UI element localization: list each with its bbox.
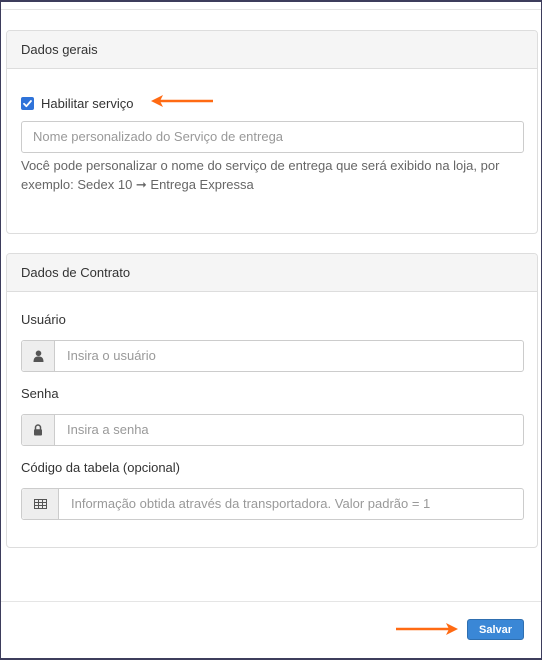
general-data-panel: Dados gerais Habilitar serviço Nome pers… bbox=[6, 30, 538, 234]
user-icon bbox=[22, 341, 55, 371]
password-label: Senha bbox=[21, 386, 59, 401]
annotation-arrow-right-icon bbox=[396, 623, 458, 635]
user-input[interactable]: Insira o usuário bbox=[55, 341, 523, 371]
lock-icon bbox=[22, 415, 55, 445]
enable-service-label: Habilitar serviço bbox=[41, 95, 134, 111]
annotation-arrow-left-icon bbox=[151, 95, 213, 107]
contract-data-panel: Dados de Contrato Usuário Insira o usuár… bbox=[6, 253, 538, 548]
table-code-field[interactable]: Informação obtida através da transportad… bbox=[21, 488, 524, 520]
top-divider bbox=[1, 9, 541, 10]
enable-service-checkbox[interactable] bbox=[21, 96, 34, 110]
enable-service-row[interactable]: Habilitar serviço bbox=[21, 94, 133, 112]
table-icon bbox=[22, 489, 59, 519]
user-field[interactable]: Insira o usuário bbox=[21, 340, 524, 372]
custom-name-help-text: Você pode personalizar o nome do serviço… bbox=[21, 158, 500, 192]
custom-service-name-input[interactable]: Nome personalizado do Serviço de entrega bbox=[21, 121, 524, 153]
general-data-panel-title: Dados gerais bbox=[7, 31, 537, 69]
footer-divider bbox=[1, 601, 541, 602]
password-input[interactable]: Insira a senha bbox=[55, 415, 523, 445]
table-code-input[interactable]: Informação obtida através da transportad… bbox=[59, 489, 523, 519]
user-label: Usuário bbox=[21, 312, 66, 327]
save-button[interactable]: Salvar bbox=[467, 619, 524, 640]
checkmark-icon bbox=[23, 99, 32, 107]
table-code-label: Código da tabela (opcional) bbox=[21, 460, 180, 475]
password-field[interactable]: Insira a senha bbox=[21, 414, 524, 446]
contract-data-panel-title: Dados de Contrato bbox=[7, 254, 537, 292]
